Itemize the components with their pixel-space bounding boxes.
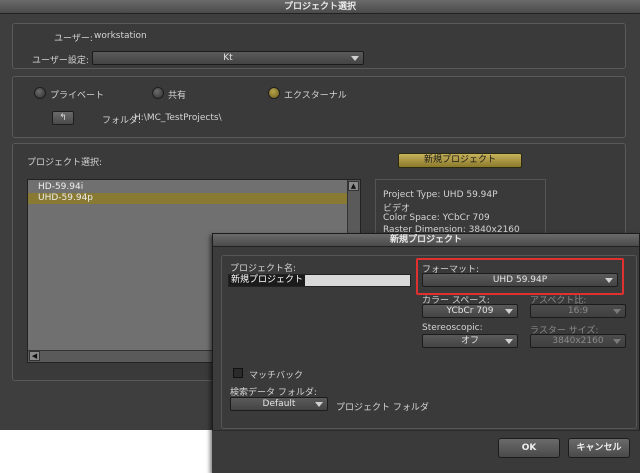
chevron-down-icon <box>505 339 513 344</box>
match-back-checkbox[interactable] <box>233 368 243 378</box>
search-folder-dropdown[interactable]: Default <box>230 397 328 411</box>
new-project-button[interactable]: 新規プロジェクト <box>398 153 522 168</box>
scroll-up-icon[interactable]: ▲ <box>348 181 359 191</box>
radio-private-label: プライベート <box>50 91 105 101</box>
user-value: workstation <box>94 31 147 41</box>
radio-external[interactable] <box>268 87 280 99</box>
user-settings-label: ユーザー設定: <box>32 56 89 66</box>
user-settings-dropdown[interactable]: Kt <box>92 51 364 65</box>
chevron-down-icon <box>613 339 621 344</box>
match-back-label: マッチバック <box>249 371 304 381</box>
raster-size-value: 3840x2160 <box>552 336 604 346</box>
cancel-button[interactable]: キャンセル <box>568 438 630 458</box>
user-label: ユーザー: <box>54 34 93 44</box>
list-item[interactable]: HD-59.94i <box>28 182 348 193</box>
project-select-label: プロジェクト選択: <box>27 158 103 168</box>
info-color-space: Color Space: YCbCr 709 <box>383 213 490 223</box>
dialog-title: 新規プロジェクト <box>213 234 639 247</box>
window-title: プロジェクト選択 <box>0 0 640 14</box>
format-highlight-box <box>416 258 624 295</box>
browse-folder-button[interactable]: ↰ <box>52 111 74 125</box>
radio-shared[interactable] <box>152 87 164 99</box>
search-folder-value: Default <box>262 399 296 409</box>
project-name-field[interactable]: 新規プロジェクト <box>228 274 411 287</box>
radio-external-label: エクスターナル <box>284 91 347 101</box>
user-settings-value: Kt <box>223 53 233 63</box>
aspect-ratio-value: 16:9 <box>567 306 589 316</box>
folder-return-icon: ↰ <box>59 113 67 123</box>
chevron-down-icon <box>505 309 513 314</box>
color-space-value: YCbCr 709 <box>446 306 494 316</box>
folder-path: H:\MC_TestProjects\ <box>134 113 222 123</box>
radio-shared-label: 共有 <box>168 91 187 101</box>
aspect-ratio-dropdown: 16:9 <box>530 304 626 318</box>
chevron-down-icon <box>351 56 359 61</box>
project-info-box: Project Type: UHD 59.94P ビデオ Color Space… <box>375 179 546 239</box>
stereoscopic-label: Stereoscopic: <box>422 323 483 333</box>
chevron-down-icon <box>315 402 323 407</box>
color-space-dropdown[interactable]: YCbCr 709 <box>422 304 518 318</box>
stereoscopic-value: オフ <box>460 336 479 346</box>
radio-private[interactable] <box>34 87 46 99</box>
stereoscopic-dropdown[interactable]: オフ <box>422 334 518 348</box>
scroll-left-icon[interactable]: ◀ <box>29 351 40 361</box>
list-item-selected[interactable]: UHD-59.94p <box>28 193 348 204</box>
project-name-label: プロジェクト名: <box>230 264 297 274</box>
ok-button[interactable]: OK <box>498 438 560 458</box>
raster-size-dropdown: 3840x2160 <box>530 334 626 348</box>
project-name-value: 新規プロジェクト <box>229 275 306 286</box>
project-folder-label: プロジェクト フォルダ <box>336 403 429 413</box>
location-panel <box>12 76 626 138</box>
info-project-type: Project Type: UHD 59.94P <box>383 190 498 200</box>
chevron-down-icon <box>613 309 621 314</box>
